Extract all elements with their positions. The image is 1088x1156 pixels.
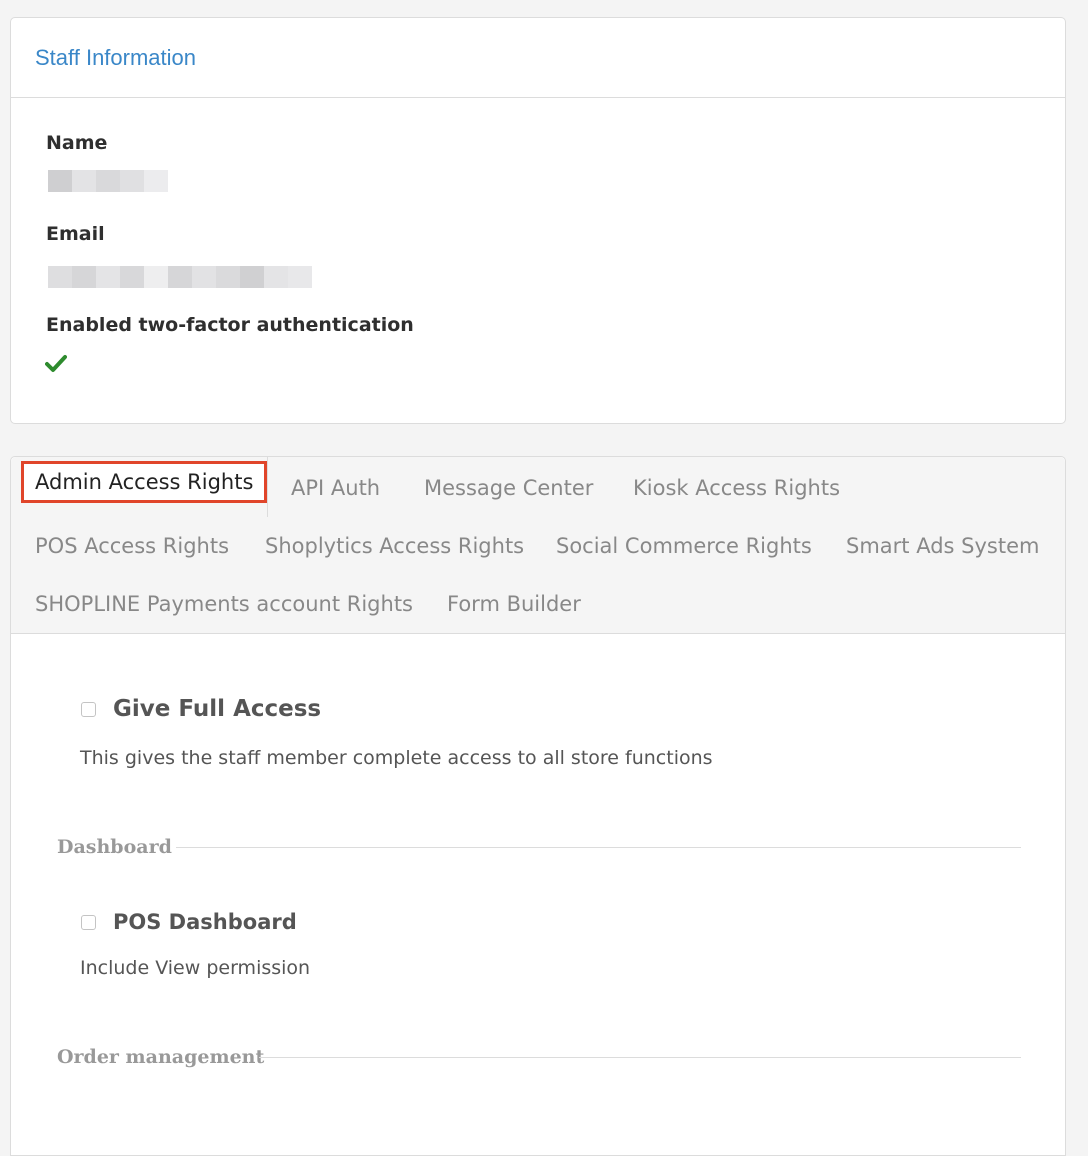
check-icon <box>45 355 67 372</box>
section-divider <box>176 847 1021 848</box>
full-access-description: This gives the staff member complete acc… <box>80 747 713 769</box>
panel-title: Staff Information <box>35 44 197 70</box>
tab-separator <box>267 457 268 517</box>
panel-heading: Staff Information <box>11 18 1065 98</box>
full-access-checkbox[interactable] <box>81 702 96 717</box>
tab-shopline-payments-account-rights[interactable]: SHOPLINE Payments account Rights <box>35 592 413 616</box>
name-value-redacted <box>48 170 168 192</box>
tab-admin-access-rights[interactable]: Admin Access Rights <box>21 461 268 503</box>
tab-shoplytics-access-rights[interactable]: Shoplytics Access Rights <box>265 534 524 558</box>
tab-kiosk-access-rights[interactable]: Kiosk Access Rights <box>633 476 840 500</box>
section-divider <box>259 1057 1021 1058</box>
section-title-order-management: Order management <box>57 1046 265 1068</box>
full-access-label: Give Full Access <box>113 696 322 722</box>
tab-api-auth[interactable]: API Auth <box>291 476 380 500</box>
tab-message-center[interactable]: Message Center <box>424 476 593 500</box>
email-label: Email <box>46 223 105 245</box>
tab-bar: Admin Access Rights API Auth Message Cen… <box>11 457 1065 634</box>
name-label: Name <box>46 132 108 154</box>
tab-smart-ads-system[interactable]: Smart Ads System <box>846 534 1039 558</box>
staff-information-panel: Staff Information Name Email Enabled two… <box>10 17 1066 424</box>
twofa-label: Enabled two-factor authentication <box>46 314 414 336</box>
section-title-dashboard: Dashboard <box>57 836 172 858</box>
pos-dashboard-label: POS Dashboard <box>113 910 297 934</box>
pos-dashboard-description: Include View permission <box>80 957 311 979</box>
tab-form-builder[interactable]: Form Builder <box>447 592 581 616</box>
email-value-redacted <box>48 266 312 288</box>
tab-pos-access-rights[interactable]: POS Access Rights <box>35 534 229 558</box>
tab-social-commerce-rights[interactable]: Social Commerce Rights <box>556 534 812 558</box>
pos-dashboard-checkbox[interactable] <box>81 915 96 930</box>
access-rights-panel: Admin Access Rights API Auth Message Cen… <box>10 456 1066 1156</box>
